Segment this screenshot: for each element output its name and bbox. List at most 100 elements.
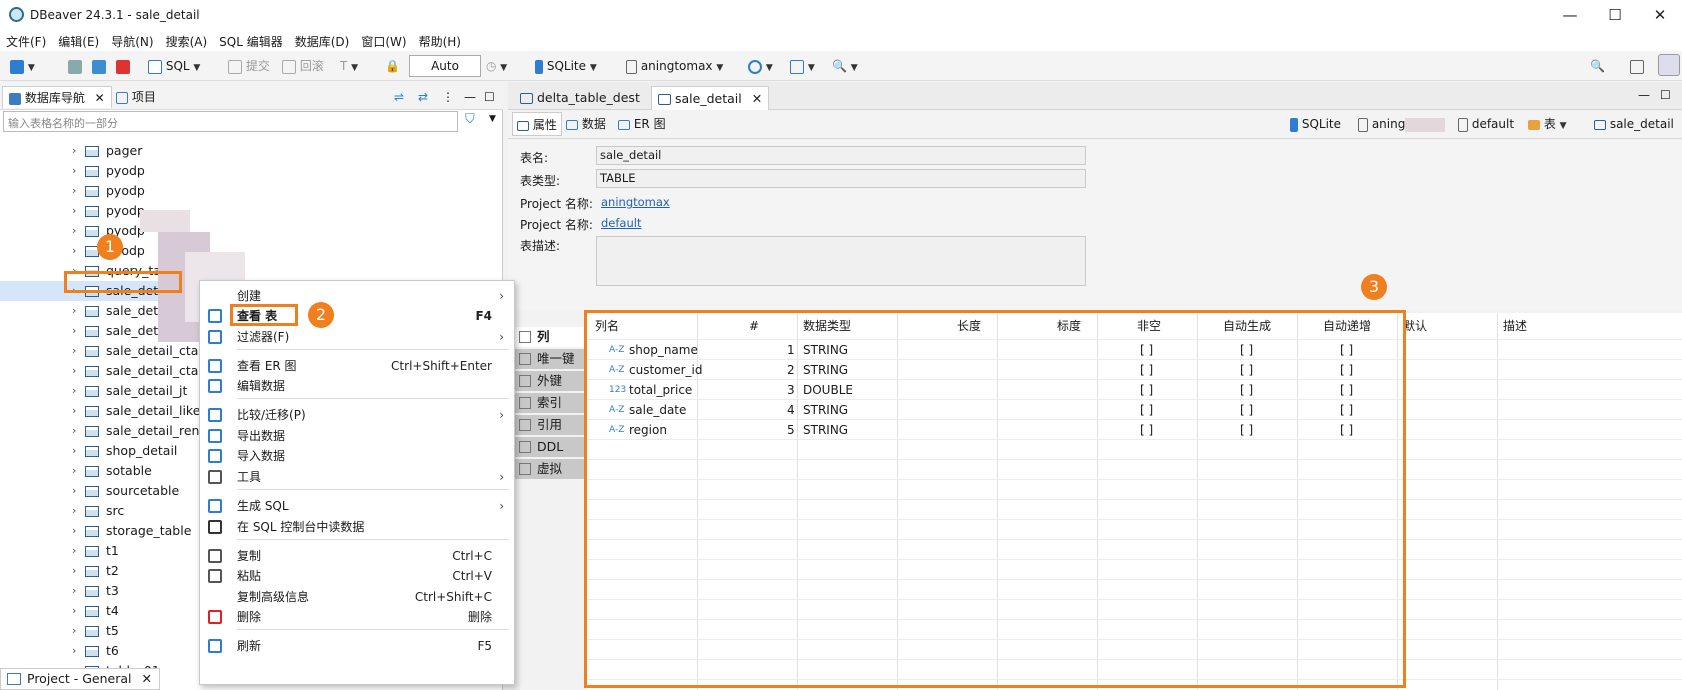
expand-chevron-icon[interactable]: › [72, 361, 76, 381]
sql-editor-button[interactable]: SQL ▼ [148, 57, 200, 75]
menu-copy-advanced[interactable]: 复制高级信息 Ctrl+Shift+C [200, 587, 516, 607]
view-menu-icon[interactable]: ⋮ [436, 86, 460, 108]
link-editor-icon[interactable]: ⇄ [412, 86, 434, 108]
table-description-field[interactable] [596, 236, 1086, 286]
lock-icon[interactable]: 🔒 [385, 57, 400, 75]
col-header-description[interactable]: 描述 [1503, 315, 1527, 339]
invalidate-icon[interactable] [92, 57, 106, 75]
minimize-button[interactable]: — [1550, 4, 1590, 26]
expand-chevron-icon[interactable]: › [72, 461, 76, 481]
schema-link[interactable]: default [601, 216, 641, 230]
expand-chevron-icon[interactable]: › [72, 181, 76, 201]
menu-help[interactable]: 帮助(H) [413, 30, 467, 50]
maximize-editor-icon[interactable]: ☐ [1660, 88, 1671, 102]
side-tab-unique-keys[interactable]: 唯一键 [513, 349, 586, 369]
expand-chevron-icon[interactable]: › [72, 381, 76, 401]
dashboard-icon[interactable]: ▼ [748, 57, 773, 75]
menu-import-data[interactable]: 导入数据 [200, 446, 516, 466]
rollback-button[interactable]: 回滚 [282, 57, 324, 75]
crumb-table[interactable]: sale_detail [1594, 112, 1674, 136]
subtab-properties[interactable]: 属性 [512, 112, 562, 136]
table-type-field[interactable]: TABLE [596, 169, 1086, 188]
expand-chevron-icon[interactable]: › [72, 421, 76, 441]
close-tab-icon[interactable]: ✕ [141, 671, 151, 686]
expand-chevron-icon[interactable]: › [72, 521, 76, 541]
menu-generate-sql[interactable]: 生成 SQL › [200, 496, 516, 516]
search-icon[interactable]: 🔍 ▼ [832, 57, 858, 75]
tab-delta-table-dest[interactable]: delta_table_dest [514, 86, 646, 110]
expand-chevron-icon[interactable]: › [72, 481, 76, 501]
expand-chevron-icon[interactable]: › [72, 401, 76, 421]
menu-edit[interactable]: 编辑(E) [52, 30, 105, 50]
menu-sql-editor[interactable]: SQL 编辑器 [213, 30, 289, 50]
expand-chevron-icon[interactable]: › [72, 541, 76, 561]
tree-item[interactable]: › pyodp [0, 241, 503, 261]
side-tab-virtual[interactable]: 虚拟 [513, 459, 586, 479]
filter-dropdown-icon[interactable]: ▼ [489, 114, 496, 124]
transaction-mode-icon[interactable]: T ▼ [340, 57, 358, 75]
filter-icon[interactable]: ⛉ [465, 112, 475, 127]
side-tab-indexes[interactable]: 索引 [513, 393, 586, 413]
new-connection-icon[interactable]: ▼ [10, 57, 35, 75]
close-tab-icon[interactable]: ✕ [95, 91, 105, 105]
menu-tools[interactable]: 工具 › [200, 467, 516, 487]
expand-chevron-icon[interactable]: › [72, 501, 76, 521]
tree-item[interactable]: › pager [0, 141, 503, 161]
crumb-datasource[interactable]: SQLite [1290, 112, 1341, 136]
expand-chevron-icon[interactable]: › [72, 621, 76, 641]
expand-chevron-icon[interactable]: › [72, 221, 76, 241]
menu-refresh[interactable]: 刷新 F5 [200, 636, 516, 656]
expand-chevron-icon[interactable]: › [72, 341, 76, 361]
crumb-object-type[interactable]: 表 ▼ [1528, 112, 1567, 136]
side-tab-ddl[interactable]: DDL [513, 437, 586, 457]
tree-item[interactable]: › pyodp [0, 201, 503, 221]
col-header-default[interactable]: 默认 [1403, 315, 1427, 339]
expand-chevron-icon[interactable]: › [72, 201, 76, 221]
driver-icon[interactable]: ▼ [790, 57, 815, 75]
subtab-er-diagram[interactable]: ER 图 [618, 112, 666, 136]
expand-chevron-icon[interactable]: › [72, 301, 76, 321]
menu-read-sql-console[interactable]: 在 SQL 控制台中读数据 [200, 517, 516, 537]
maximize-button[interactable]: ☐ [1595, 4, 1635, 26]
expand-chevron-icon[interactable]: › [72, 641, 76, 661]
menu-delete[interactable]: 删除 删除 [200, 607, 516, 627]
connect-icon[interactable] [68, 57, 82, 75]
tab-database-navigator[interactable]: 数据库导航 ✕ [2, 86, 112, 108]
schema-selector[interactable]: aningtomax ▼ [626, 57, 723, 75]
menu-file[interactable]: 文件(F) [0, 30, 52, 50]
avatar[interactable] [1658, 54, 1680, 76]
expand-chevron-icon[interactable]: › [72, 441, 76, 461]
menu-view-er[interactable]: 查看 ER 图 Ctrl+Shift+Enter [200, 356, 516, 376]
perspective-icon[interactable] [1630, 57, 1644, 75]
menu-edit-data[interactable]: 编辑数据 [200, 376, 516, 396]
tab-projects[interactable]: 项目 [110, 86, 162, 108]
close-button[interactable]: ✕ [1640, 4, 1680, 26]
disconnect-icon[interactable] [116, 57, 130, 75]
expand-chevron-icon[interactable]: › [72, 321, 76, 341]
table-name-field[interactable]: sale_detail [596, 146, 1086, 165]
project-general-tab[interactable]: Project - General ✕ [0, 668, 160, 690]
side-tab-foreign-keys[interactable]: 外键 [513, 371, 586, 391]
minimize-editor-icon[interactable]: — [1638, 88, 1650, 102]
commit-button[interactable]: 提交 [228, 57, 270, 75]
tree-item[interactable]: › pyodp [0, 161, 503, 181]
tree-item[interactable]: › pyodp [0, 181, 503, 201]
menu-copy[interactable]: 复制 Ctrl+C [200, 546, 516, 566]
tab-sale-detail[interactable]: sale_detail ✕ [651, 86, 770, 110]
collapse-all-icon[interactable]: ⇌ [388, 86, 410, 108]
expand-chevron-icon[interactable]: › [72, 601, 76, 621]
menu-compare[interactable]: 比较/迁移(P) › [200, 405, 516, 425]
menu-window[interactable]: 窗口(W) [355, 30, 412, 50]
menu-export-data[interactable]: 导出数据 [200, 426, 516, 446]
expand-chevron-icon[interactable]: › [72, 241, 76, 261]
crumb-project[interactable]: aning [1358, 112, 1446, 136]
close-tab-icon[interactable]: ✕ [752, 91, 762, 106]
expand-chevron-icon[interactable]: › [72, 161, 76, 181]
menu-navigate[interactable]: 导航(N) [105, 30, 159, 50]
menu-create[interactable]: 创建 › [200, 286, 516, 306]
datasource-selector[interactable]: SQLite ▼ [535, 57, 597, 75]
table-filter-input[interactable]: 输入表格名称的一部分 [3, 111, 458, 132]
expand-chevron-icon[interactable]: › [72, 561, 76, 581]
menu-search[interactable]: 搜索(A) [160, 30, 214, 50]
expand-chevron-icon[interactable]: › [72, 141, 76, 161]
